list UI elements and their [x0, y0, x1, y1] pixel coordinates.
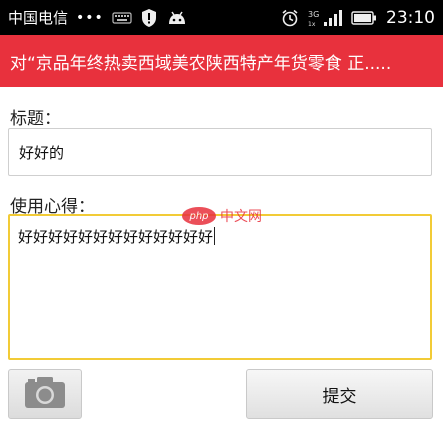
status-bar: 中国电信 ••• 3G 1x 23:10	[0, 0, 443, 35]
watermark-logo: php	[182, 207, 216, 225]
page-title: 对“京品年终热卖西域美农陕西特产年货零食 正.....	[10, 53, 392, 74]
signal-icon: 3G 1x	[308, 8, 342, 28]
submit-button-label: 提交	[322, 386, 357, 407]
android-icon	[166, 9, 188, 27]
camera-button[interactable]	[8, 369, 82, 419]
watermark-text: 中文网	[220, 209, 262, 225]
status-left: 中国电信 •••	[8, 7, 188, 28]
network-label: 3G	[308, 10, 319, 19]
keyboard-icon	[112, 11, 132, 25]
title-input-value: 好好的	[19, 143, 65, 162]
carrier-name: 中国电信	[8, 9, 69, 27]
battery-icon	[351, 10, 377, 25]
submit-button[interactable]: 提交	[246, 369, 433, 419]
title-input[interactable]: 好好的	[8, 128, 432, 176]
status-time: 23:10	[386, 7, 435, 28]
shield-icon	[140, 8, 158, 28]
text-caret	[214, 227, 216, 245]
experience-textarea-value: 好好好好好好好好好好好好好	[18, 228, 214, 246]
header-title-bar: 对“京品年终热卖西域美农陕西特产年货零食 正.....	[0, 35, 443, 87]
notification-dots: •••	[76, 9, 104, 26]
alarm-icon	[281, 9, 299, 27]
title-label: 标题：	[10, 109, 61, 129]
camera-icon	[23, 374, 67, 414]
status-right: 3G 1x 23:10	[281, 8, 435, 28]
watermark: php 中文网	[182, 205, 262, 227]
experience-textarea[interactable]: 好好好好好好好好好好好好好	[8, 214, 432, 360]
svg-text:1x: 1x	[308, 21, 316, 28]
